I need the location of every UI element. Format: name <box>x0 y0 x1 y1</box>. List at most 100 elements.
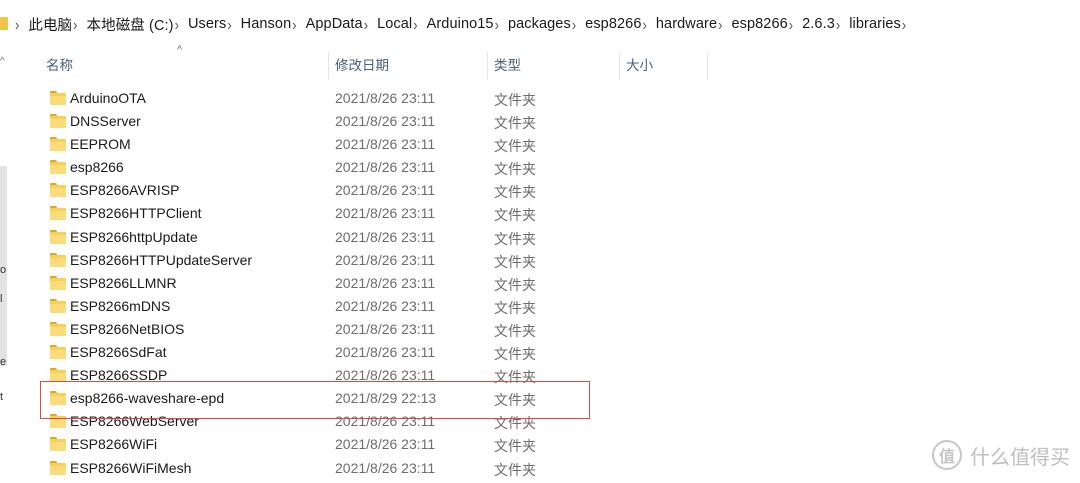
folder-icon <box>50 321 66 336</box>
file-type: 文件夹 <box>494 438 536 455</box>
breadcrumb-item[interactable]: libraries <box>849 16 901 32</box>
file-row[interactable]: ESP8266HTTPUpdateServer 2021/8/26 23:11 文件… <box>0 249 1080 272</box>
file-name[interactable]: EEPROM <box>70 136 131 152</box>
file-name[interactable]: ESP8266AVRISP <box>70 182 179 198</box>
file-name[interactable]: ESP8266HTTPUpdateServer <box>70 252 252 268</box>
file-name[interactable]: ESP8266SdFat <box>70 344 167 360</box>
folder-icon <box>50 114 66 129</box>
folder-icon <box>50 160 66 175</box>
chevron-right-icon[interactable]: › <box>364 15 368 33</box>
file-name[interactable]: ESP8266WiFiMesh <box>70 460 191 476</box>
breadcrumb-item[interactable]: 此电脑 <box>28 14 72 35</box>
file-date: 2021/8/26 23:11 <box>335 159 436 176</box>
folder-icon <box>50 460 66 475</box>
chevron-right-icon[interactable]: › <box>495 15 499 33</box>
chevron-right-icon[interactable]: › <box>789 15 793 33</box>
column-header-date[interactable]: 修改日期 <box>335 50 389 82</box>
file-type: 文件夹 <box>494 276 536 293</box>
breadcrumb-item[interactable]: esp8266 <box>585 16 641 32</box>
folder-icon <box>50 437 66 452</box>
file-row[interactable]: ESP8266LLMNR 2021/8/26 23:11 文件夹 <box>0 272 1080 295</box>
file-row[interactable]: ESP8266WiFiMesh 2021/8/26 23:11 文件夹 <box>0 457 1080 480</box>
folder-icon <box>50 91 66 105</box>
file-date: 2021/8/26 23:11 <box>335 297 436 314</box>
file-row[interactable]: DNSServer 2021/8/26 23:11 文件夹 <box>0 110 1080 133</box>
file-date: 2021/8/26 23:11 <box>335 251 436 268</box>
breadcrumb-item[interactable]: hardware <box>656 16 717 32</box>
chevron-right-icon[interactable]: › <box>718 15 722 33</box>
breadcrumb-item[interactable]: esp8266 <box>731 16 787 32</box>
breadcrumb-item[interactable]: 2.6.3 <box>802 16 835 32</box>
breadcrumb-item[interactable]: Hanson <box>241 16 292 32</box>
file-type: 文件夹 <box>494 115 536 132</box>
chevron-right-icon[interactable]: › <box>227 15 231 33</box>
file-row[interactable]: ESP8266httpUpdate 2021/8/26 23:11 文件夹 <box>0 226 1080 249</box>
file-name[interactable]: esp8266 <box>70 159 124 175</box>
file-type: 文件夹 <box>494 322 536 339</box>
file-type: 文件夹 <box>494 461 536 478</box>
file-row[interactable]: ESP8266mDNS 2021/8/26 23:11 文件夹 <box>0 295 1080 318</box>
breadcrumb-item[interactable]: Local <box>377 16 412 32</box>
file-name[interactable]: ESP8266httpUpdate <box>70 229 198 245</box>
column-divider[interactable] <box>707 52 708 80</box>
chevron-right-icon[interactable]: › <box>15 15 19 33</box>
file-name[interactable]: ArduinoOTA <box>70 90 146 106</box>
sort-ascending-icon: ^ <box>177 44 183 56</box>
file-name[interactable]: ESP8266WiFi <box>70 436 157 452</box>
file-row[interactable]: ESP8266NetBIOS 2021/8/26 23:11 文件夹 <box>0 318 1080 341</box>
file-type: 文件夹 <box>494 299 536 316</box>
file-date: 2021/8/26 23:11 <box>335 344 436 361</box>
watermark-logo-icon: 值 <box>932 440 962 470</box>
folder-icon <box>50 206 66 221</box>
breadcrumb: › 此电脑 › 本地磁盘 (C:) › Users › Hanson › AppData › Loca… <box>14 14 915 34</box>
watermark: 值 什么值得买 <box>932 440 1070 470</box>
watermark-text: 什么值得买 <box>970 444 1070 469</box>
column-header-name[interactable]: 名称 <box>46 50 73 82</box>
breadcrumb-item[interactable]: 本地磁盘 (C:) <box>87 14 174 35</box>
chevron-right-icon[interactable]: › <box>643 15 647 33</box>
file-list: ArduinoOTA 2021/8/26 23:11 文件夹 DNSServer 202… <box>0 87 1080 480</box>
file-row[interactable]: ESP8266AVRISP 2021/8/26 23:11 文件夹 <box>0 179 1080 202</box>
breadcrumb-item[interactable]: AppData <box>306 16 363 32</box>
file-row[interactable]: ESP8266SdFat 2021/8/26 23:11 文件夹 <box>0 341 1080 364</box>
file-type: 文件夹 <box>494 184 536 201</box>
chevron-right-icon[interactable]: › <box>73 15 77 33</box>
breadcrumb-item[interactable]: Arduino15 <box>427 16 494 32</box>
file-row[interactable]: ESP8266WiFi 2021/8/26 23:11 文件夹 <box>0 433 1080 456</box>
chevron-right-icon[interactable]: › <box>836 15 840 33</box>
file-name[interactable]: ESP8266HTTPClient <box>70 205 202 221</box>
file-type: 文件夹 <box>494 253 536 270</box>
chevron-right-icon[interactable]: › <box>902 15 906 33</box>
column-divider[interactable] <box>328 52 329 80</box>
file-date: 2021/8/26 23:11 <box>335 436 436 453</box>
folder-icon <box>50 252 66 267</box>
chevron-right-icon[interactable]: › <box>413 15 417 33</box>
file-row[interactable]: EEPROM 2021/8/26 23:11 文件夹 <box>0 133 1080 156</box>
file-date: 2021/8/26 23:11 <box>335 205 436 222</box>
chevron-right-icon[interactable]: › <box>175 15 179 33</box>
file-name[interactable]: ESP8266LLMNR <box>70 275 177 291</box>
chevron-right-icon[interactable]: › <box>292 15 296 33</box>
folder-icon <box>50 229 66 244</box>
folder-icon <box>50 137 66 152</box>
breadcrumb-item[interactable]: Users <box>188 16 226 32</box>
file-name[interactable]: DNSServer <box>70 113 141 129</box>
breadcrumb-item[interactable]: packages <box>508 16 571 32</box>
file-name[interactable]: ESP8266mDNS <box>70 298 170 314</box>
column-header-size[interactable]: 大小 <box>626 50 653 82</box>
file-date: 2021/8/26 23:11 <box>335 113 436 130</box>
column-header-type[interactable]: 类型 <box>494 50 521 82</box>
file-row[interactable]: esp8266 2021/8/26 23:11 文件夹 <box>0 156 1080 179</box>
file-type: 文件夹 <box>494 346 536 363</box>
file-row[interactable]: ESP8266HTTPClient 2021/8/26 23:11 文件夹 <box>0 202 1080 225</box>
address-bar[interactable]: › 此电脑 › 本地磁盘 (C:) › Users › Hanson › AppData › Loca… <box>0 0 1080 48</box>
column-divider[interactable] <box>619 52 620 80</box>
chevron-right-icon[interactable]: › <box>572 15 576 33</box>
chevron-up-icon[interactable]: ^ <box>0 56 5 67</box>
file-type: 文件夹 <box>494 138 536 155</box>
file-name[interactable]: ESP8266NetBIOS <box>70 321 184 337</box>
file-date: 2021/8/26 23:11 <box>335 320 436 337</box>
file-row[interactable]: ArduinoOTA 2021/8/26 23:11 文件夹 <box>0 87 1080 110</box>
column-divider[interactable] <box>487 52 488 80</box>
folder-icon <box>50 275 66 290</box>
